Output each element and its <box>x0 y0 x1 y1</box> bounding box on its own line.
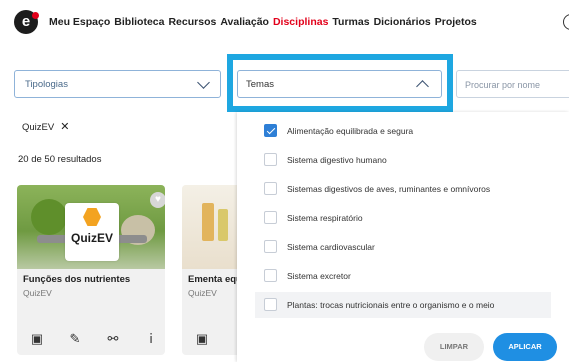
badge-text: QuizEV <box>70 231 113 245</box>
option-label: Alimentação equilibrada e segura <box>287 126 414 136</box>
option-label: Sistema respiratório <box>287 213 363 223</box>
card-thumbnail <box>182 185 242 269</box>
edit-icon[interactable]: ✎ <box>65 329 85 349</box>
close-icon[interactable]: ✕ <box>60 121 69 133</box>
nav-projetos[interactable]: Projetos <box>435 16 477 28</box>
nav-dicionarios[interactable]: Dicionários <box>374 16 431 28</box>
option-digestivo-humano[interactable]: Sistema digestivo humano <box>255 147 551 173</box>
temas-select[interactable]: Temas <box>237 70 442 98</box>
card-subtitle: QuizEV <box>23 288 52 298</box>
option-alimentacao[interactable]: Alimentação equilibrada e segura <box>255 118 551 144</box>
search-input[interactable]: Procurar por nome <box>456 70 569 98</box>
share-icon[interactable]: ⚯ <box>103 329 123 349</box>
info-icon[interactable]: ⅰ <box>141 329 161 349</box>
option-plantas[interactable]: Plantas: trocas nutricionais entre o org… <box>255 292 551 318</box>
search-placeholder: Procurar por nome <box>465 80 541 90</box>
top-bar: e Meu Espaço Biblioteca Recursos Avaliaç… <box>0 0 569 44</box>
thumb-fruit <box>31 199 67 235</box>
resource-card[interactable]: QuizEV ♥ Funções dos nutrientes QuizEV ▣… <box>17 185 165 355</box>
logo-text: e <box>21 13 31 30</box>
option-label: Sistema cardiovascular <box>287 242 375 252</box>
checkbox[interactable] <box>264 298 277 311</box>
card-thumbnail: QuizEV <box>17 185 165 269</box>
card-title: Funções dos nutrientes <box>23 274 131 285</box>
results-count: 20 de 50 resultados <box>18 154 102 165</box>
save-icon[interactable]: ▣ <box>27 329 47 349</box>
option-respiratorio[interactable]: Sistema respiratório <box>255 205 551 231</box>
nav-recursos[interactable]: Recursos <box>168 16 216 28</box>
checkbox[interactable] <box>264 124 277 137</box>
checkbox[interactable] <box>264 182 277 195</box>
logo[interactable]: e <box>14 10 39 34</box>
option-label: Sistema excretor <box>287 271 351 281</box>
clear-button[interactable]: LIMPAR <box>424 333 484 361</box>
card-subtitle: QuizEV <box>188 288 217 298</box>
option-label: Sistema digestivo humano <box>287 155 387 165</box>
checkbox[interactable] <box>264 211 277 224</box>
quizev-badge: QuizEV <box>65 203 119 261</box>
filter-chip: QuizEV ✕ <box>22 120 69 133</box>
logo-dot <box>32 12 39 19</box>
chevron-down-icon <box>197 76 210 89</box>
main-nav: Meu Espaço Biblioteca Recursos Avaliação… <box>49 16 481 28</box>
temas-label: Temas <box>246 79 274 90</box>
chip-label: QuizEV <box>22 122 55 133</box>
card-title: Ementa equi <box>188 274 242 285</box>
option-label: Plantas: trocas nutricionais entre o org… <box>287 300 495 310</box>
checkbox[interactable] <box>264 269 277 282</box>
nav-biblioteca[interactable]: Biblioteca <box>114 16 164 28</box>
resource-card[interactable]: Ementa equi QuizEV ▣ <box>182 185 242 355</box>
save-icon[interactable]: ▣ <box>192 329 212 349</box>
option-cardiovascular[interactable]: Sistema cardiovascular <box>255 234 551 260</box>
option-excretor[interactable]: Sistema excretor <box>255 263 551 289</box>
card-actions: ▣ <box>192 329 212 349</box>
heart-icon[interactable]: ♥ <box>150 192 165 208</box>
nav-turmas[interactable]: Turmas <box>332 16 369 28</box>
cube-icon <box>83 208 101 226</box>
tipologias-select[interactable]: Tipologias <box>14 70 221 98</box>
option-digestivos-aves[interactable]: Sistemas digestivos de aves, ruminantes … <box>255 176 551 202</box>
user-icon[interactable] <box>563 14 569 30</box>
thumb-glass <box>202 203 214 241</box>
option-label: Sistemas digestivos de aves, ruminantes … <box>287 184 491 194</box>
nav-avaliacao[interactable]: Avaliação <box>220 16 269 28</box>
nav-meu-espaco[interactable]: Meu Espaço <box>49 16 110 28</box>
nav-disciplinas[interactable]: Disciplinas <box>273 16 328 28</box>
chevron-up-icon <box>416 80 429 93</box>
card-actions: ▣ ✎ ⚯ ⅰ <box>27 329 161 349</box>
tipologias-label: Tipologias <box>25 79 68 90</box>
checkbox[interactable] <box>264 153 277 166</box>
thumb-glass <box>218 209 228 241</box>
temas-dropdown: Alimentação equilibrada e segura Sistema… <box>237 112 569 362</box>
checkbox[interactable] <box>264 240 277 253</box>
apply-button[interactable]: APLICAR <box>493 333 557 361</box>
